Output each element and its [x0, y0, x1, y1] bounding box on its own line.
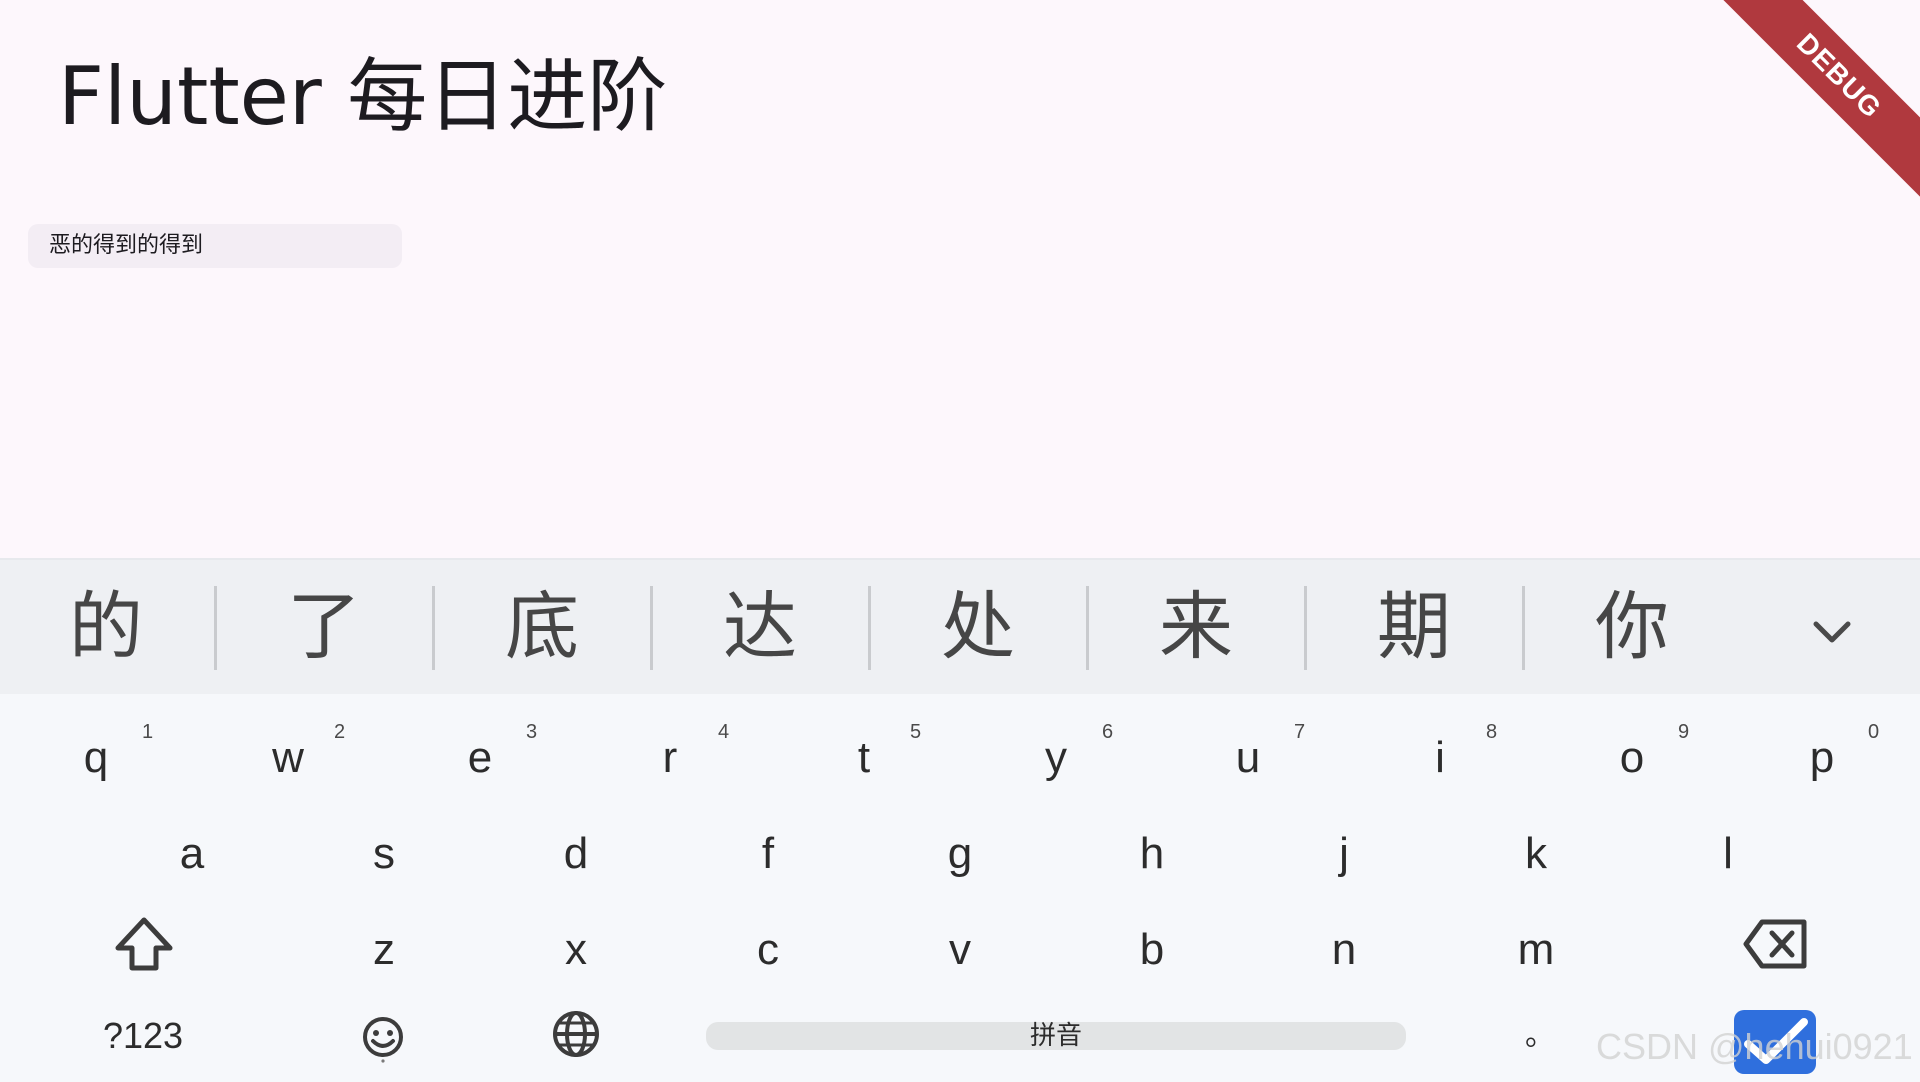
- key-hint: 8: [1486, 721, 1498, 743]
- soft-keyboard: 的 了 底 达 处 来 期 你 q 1 w 2 e 3 r 4 t 5 y 6 …: [0, 558, 1920, 1082]
- candidate[interactable]: 的: [26, 584, 186, 670]
- key-v[interactable]: v: [930, 922, 990, 978]
- candidate[interactable]: 了: [244, 584, 404, 670]
- watermark: CSDN @hehui0921: [1596, 1026, 1913, 1067]
- globe-icon[interactable]: [552, 1010, 600, 1058]
- candidate-bar: 的 了 底 达 处 来 期 你: [0, 560, 1920, 694]
- key-hint: 5: [910, 721, 922, 743]
- key-hint: 2: [334, 721, 346, 743]
- candidate-divider: [1304, 586, 1307, 670]
- key-i[interactable]: i: [1410, 730, 1470, 786]
- key-g[interactable]: g: [930, 826, 990, 882]
- debug-banner: DEBUG: [1702, 0, 1920, 213]
- key-x[interactable]: x: [546, 922, 606, 978]
- key-d[interactable]: d: [546, 826, 606, 882]
- key-z[interactable]: z: [354, 922, 414, 978]
- candidate[interactable]: 你: [1552, 584, 1712, 670]
- key-a[interactable]: a: [162, 826, 222, 882]
- key-r[interactable]: r: [640, 730, 700, 786]
- emoji-icon[interactable]: [360, 1014, 406, 1064]
- candidate[interactable]: 达: [680, 584, 840, 670]
- candidate[interactable]: 来: [1116, 584, 1276, 670]
- space-bar[interactable]: 拼音: [706, 1022, 1406, 1050]
- key-n[interactable]: n: [1314, 922, 1374, 978]
- key-l[interactable]: l: [1698, 826, 1758, 882]
- text-field[interactable]: 恶的得到的得到: [28, 224, 402, 268]
- key-m[interactable]: m: [1506, 922, 1566, 978]
- symbols-key[interactable]: ?123: [88, 1008, 198, 1064]
- key-e[interactable]: e: [450, 730, 510, 786]
- key-p[interactable]: p: [1792, 730, 1852, 786]
- key-hint: 7: [1294, 721, 1306, 743]
- key-h[interactable]: h: [1122, 826, 1182, 882]
- key-c[interactable]: c: [738, 922, 798, 978]
- key-q[interactable]: q: [66, 730, 126, 786]
- period-key[interactable]: 。: [1510, 1008, 1570, 1064]
- backspace-icon[interactable]: [1742, 916, 1810, 972]
- key-hint: 3: [526, 721, 538, 743]
- chevron-down-icon[interactable]: [1804, 604, 1860, 660]
- key-hint: 9: [1678, 721, 1690, 743]
- candidate-divider: [214, 586, 217, 670]
- key-k[interactable]: k: [1506, 826, 1566, 882]
- key-hint: 0: [1868, 721, 1880, 743]
- candidate-divider: [868, 586, 871, 670]
- text-field-value: 恶的得到的得到: [49, 233, 204, 258]
- key-o[interactable]: o: [1602, 730, 1662, 786]
- candidate[interactable]: 处: [898, 584, 1058, 670]
- candidate-divider: [432, 586, 435, 670]
- key-u[interactable]: u: [1218, 730, 1278, 786]
- candidate[interactable]: 期: [1334, 584, 1494, 670]
- candidate-divider: [1086, 586, 1089, 670]
- candidate-divider: [1522, 586, 1525, 670]
- app-title: Flutter 每日进阶: [58, 50, 668, 143]
- key-hint: 1: [142, 721, 154, 743]
- candidate[interactable]: 底: [462, 584, 622, 670]
- key-j[interactable]: j: [1314, 826, 1374, 882]
- key-hint: 4: [718, 721, 730, 743]
- key-f[interactable]: f: [738, 826, 798, 882]
- key-hint: 6: [1102, 721, 1114, 743]
- key-w[interactable]: w: [258, 730, 318, 786]
- candidate-divider: [650, 586, 653, 670]
- key-s[interactable]: s: [354, 826, 414, 882]
- key-t[interactable]: t: [834, 730, 894, 786]
- key-b[interactable]: b: [1122, 922, 1182, 978]
- shift-icon[interactable]: [112, 912, 176, 976]
- key-y[interactable]: y: [1026, 730, 1086, 786]
